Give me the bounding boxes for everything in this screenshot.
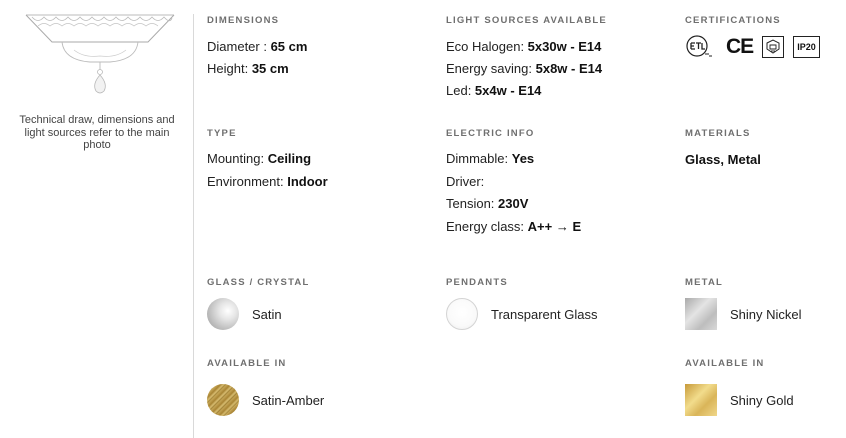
ip20-icon: IP20 — [793, 36, 820, 58]
certification-badges: CE IP20 — [685, 34, 820, 60]
swatch-shiny-nickel[interactable] — [685, 298, 717, 330]
spec-label: Energy saving: — [446, 61, 536, 76]
materials-title: MATERIALS — [685, 128, 751, 139]
light-source-led: Led: 5x4w - E14 — [446, 83, 541, 98]
spec-label: Eco Halogen: — [446, 39, 528, 54]
spec-value: 230V — [498, 196, 529, 211]
glass-available-title: AVAILABLE IN — [207, 358, 287, 369]
electric-driver: Driver: — [446, 174, 484, 189]
spec-value: 65 cm — [270, 39, 308, 54]
type-mounting: Mounting: Ceiling — [207, 151, 311, 166]
spec-label: Mounting: — [207, 151, 268, 166]
spec-value: 35 cm — [251, 61, 289, 76]
spec-label: Dimmable: — [446, 151, 512, 166]
electric-dimmable: Dimmable: Yes — [446, 151, 534, 166]
etl-listed-icon — [685, 34, 717, 60]
swatch-transparent-glass[interactable] — [446, 298, 478, 330]
swatch-shiny-gold[interactable] — [685, 384, 717, 416]
spec-value: 5x8w - E14 — [535, 61, 603, 76]
drawing-caption: Technical draw, dimensions and light sou… — [19, 114, 175, 151]
swatch-label-satin: Satin — [252, 307, 282, 322]
electric-tension: Tension: 230V — [446, 196, 528, 211]
spec-value: 5x4w - E14 — [474, 83, 542, 98]
spec-value: Glass, Metal — [685, 152, 761, 167]
type-title: TYPE — [207, 128, 237, 139]
dimension-height: Height: 35 cm — [207, 61, 289, 76]
metal-title: METAL — [685, 277, 724, 288]
spec-label: Diameter : — [207, 39, 271, 54]
vertical-divider — [193, 14, 194, 438]
class-ii-icon — [762, 36, 785, 58]
swatch-label-shiny-gold: Shiny Gold — [730, 393, 794, 408]
spec-value: Ceiling — [267, 151, 312, 166]
swatch-satin[interactable] — [207, 298, 239, 330]
technical-drawing-panel: Technical draw, dimensions and light sou… — [0, 0, 194, 438]
spec-label: Driver: — [446, 174, 485, 189]
swatch-label-shiny-nickel: Shiny Nickel — [730, 307, 802, 322]
glass-crystal-title: GLASS / CRYSTAL — [207, 277, 310, 288]
spec-label: Tension: — [446, 196, 499, 211]
light-source-energy-saving: Energy saving: 5x8w - E14 — [446, 61, 602, 76]
dimension-diameter: Diameter : 65 cm — [207, 39, 307, 54]
light-source-eco-halogen: Eco Halogen: 5x30w - E14 — [446, 39, 601, 54]
spec-value: 5x30w - E14 — [527, 39, 602, 54]
pendants-title: PENDANTS — [446, 277, 508, 288]
spec-value: Indoor — [287, 174, 328, 189]
spec-label: Environment: — [207, 174, 288, 189]
spec-value: Yes — [511, 151, 535, 166]
lamp-technical-drawing — [25, 14, 175, 94]
ce-mark-icon: CE — [726, 35, 754, 58]
metal-available-title: AVAILABLE IN — [685, 358, 765, 369]
type-environment: Environment: Indoor — [207, 174, 328, 189]
light-sources-title: LIGHT SOURCES AVAILABLE — [446, 15, 607, 26]
certifications-title: CERTIFICATIONS — [685, 15, 781, 26]
swatch-label-satin-amber: Satin-Amber — [252, 393, 325, 408]
materials-value: Glass, Metal — [685, 152, 761, 167]
swatch-satin-amber[interactable] — [207, 384, 239, 416]
electric-info-title: ELECTRIC INFO — [446, 128, 535, 139]
spec-label: Energy class: — [446, 219, 528, 234]
spec-label: Led: — [446, 83, 475, 98]
swatch-label-transparent-glass: Transparent Glass — [491, 307, 598, 322]
electric-energy-class: Energy class: A++ → E — [446, 219, 581, 234]
spec-label: Height: — [207, 61, 252, 76]
spec-value: A++ → E — [527, 219, 582, 234]
dimensions-title: DIMENSIONS — [207, 15, 280, 26]
